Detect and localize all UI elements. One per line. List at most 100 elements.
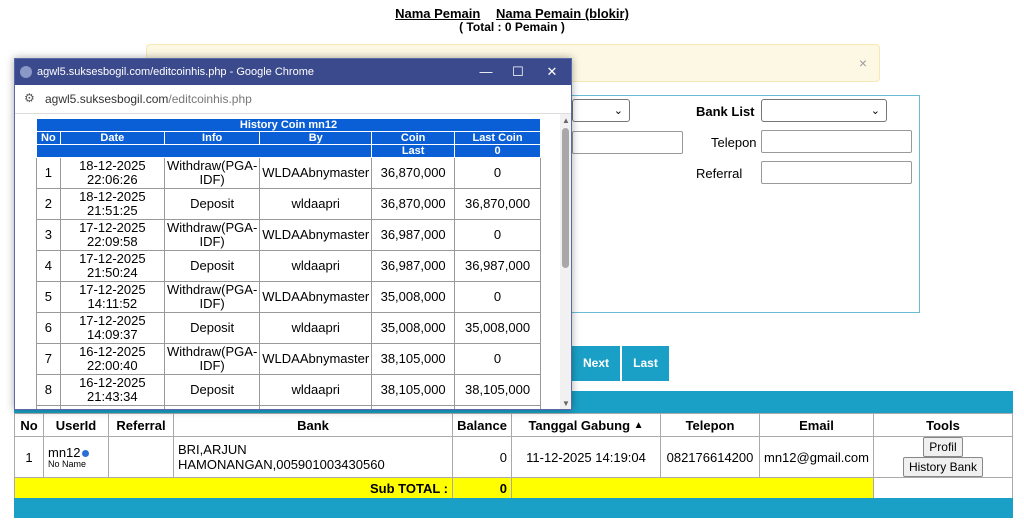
history-by-cell: WLDAAbnymaster [259,281,373,313]
history-date-cell: 17-12-2025 21:50:24 [59,250,165,282]
row-no: 1 [14,436,44,478]
filter-panel [560,95,920,313]
history-date-cell: 17-12-2025 14:09:37 [59,312,165,344]
telepon-label: Telepon [711,135,757,150]
minimize-icon[interactable]: — [471,62,501,82]
userid-text[interactable]: mn12 [48,445,81,460]
history-by-cell: WLDAAbnymaster [259,157,373,189]
history-coin-cell: 35,008,000 [371,312,456,344]
history-no-cell: 9 [36,405,61,409]
col-telepon: Telepon [660,413,760,437]
history-by-cell: wldaapri [259,250,373,282]
popup-content: History Coin mn12 No Date Info By Coin L… [15,114,571,409]
col-no: No [14,413,44,437]
history-coin-cell: 36,870,000 [371,188,456,220]
tanggal-label: Tanggal Gabung [528,417,631,433]
referral-input[interactable] [761,161,912,184]
subtotal-label: Sub TOTAL : [14,477,453,500]
history-by-cell: wldaapri [259,374,373,406]
history-row: 4 17-12-2025 21:50:24 Deposit wldaapri 36,98… [36,250,541,282]
history-no-cell: 7 [36,343,61,375]
history-no-cell: 8 [36,374,61,406]
history-no-cell: 2 [36,188,61,220]
history-last-cell: 36,870,000 [454,188,541,220]
subtotal-filler [511,477,874,500]
close-icon[interactable]: × [859,55,867,71]
close-icon[interactable]: ✕ [537,62,567,82]
history-last-cell: 0 [454,281,541,313]
userid-cell: mn12 No Name [43,436,109,478]
filter-select[interactable]: ⌄ [572,99,630,122]
url-path: /editcoinhis.php [168,92,252,106]
col-tanggal[interactable]: Tanggal Gabung ▲ [511,413,661,437]
history-info-cell: Withdraw(PGA-IDF) [163,281,261,313]
history-row: 1 18-12-2025 22:06:26 Withdraw(PGA-IDF) WLD… [36,157,541,189]
history-last-cell: 0 [454,219,541,251]
history-no-cell: 5 [36,281,61,313]
history-coin-popup: agwl5.suksesbogil.com/editcoinhis.php - … [14,58,572,410]
history-date-cell: 15-12-2025 [59,405,165,409]
history-by-cell: WLDAAbnymaster [259,219,373,251]
scrollbar-thumb[interactable] [562,128,569,268]
next-button[interactable]: Next [572,346,620,381]
history-title: History Coin mn12 [36,118,541,132]
history-row: 915-12-2025Withdraw(PGA- [36,405,541,409]
hist-col-coin: Coin [371,131,456,145]
history-row: 2 18-12-2025 21:51:25 Deposit wldaapri 36,87… [36,188,541,220]
history-coin-cell: 38,105,000 [371,343,456,375]
history-coin-cell: 38,105,000 [371,374,456,406]
hist-col-lastcoin: Last Coin [454,131,541,145]
history-row: 5 17-12-2025 14:11:52 Withdraw(PGA-IDF) WLD… [36,281,541,313]
balance-cell: 0 [452,436,512,478]
hist-col-no: No [36,131,61,145]
telepon-input[interactable] [761,130,912,153]
sort-asc-icon: ▲ [633,419,644,431]
col-tools: Tools [872,413,1014,437]
chevron-down-icon: ⌄ [613,105,623,117]
popup-title: agwl5.suksesbogil.com/editcoinhis.php - … [37,66,314,78]
bank-cell: BRI,ARJUN HAMONANGAN,005901003430560 [173,436,453,478]
history-row: 7 16-12-2025 22:00:40 Withdraw(PGA-IDF) WLD… [36,343,541,375]
nama-pemain-link[interactable]: Nama Pemain [395,6,480,21]
history-no-cell: 6 [36,312,61,344]
subtotal-row: Sub TOTAL : 0 [14,477,1014,500]
history-info-cell: Deposit [163,312,261,344]
nama-pemain-blokir-link[interactable]: Nama Pemain (blokir) [496,6,629,21]
col-email: Email [759,413,874,437]
history-info-cell: Deposit [163,250,261,282]
history-by-cell: wldaapri [259,188,373,220]
url-text: agwl5.suksesbogil.com/editcoinhis.php [45,92,252,106]
tools-cell: Profil History Bank [872,436,1014,478]
telepon-cell: 082176614200 [660,436,760,478]
history-row: 6 17-12-2025 14:09:37 Deposit wldaapri 35,00… [36,312,541,344]
address-bar[interactable]: ⚙ agwl5.suksesbogil.com/editcoinhis.php [15,85,571,114]
history-info-cell: Deposit [163,188,261,220]
history-last-cell: 38,105,000 [454,374,541,406]
filter-input[interactable] [572,131,683,154]
hist-subheader-empty [35,144,373,158]
history-row: 8 16-12-2025 21:43:34 Deposit wldaapri 38,10… [36,374,541,406]
history-coin-cell: 36,870,000 [371,157,456,189]
referral-label: Referral [696,166,743,181]
table-footer-bar [14,498,1013,518]
history-info-cell: Deposit [163,374,261,406]
maximize-icon[interactable]: ☐ [503,62,533,82]
info-icon[interactable] [81,449,89,457]
profil-button[interactable]: Profil [923,437,963,457]
history-bank-button[interactable]: History Bank [902,457,983,477]
history-no-cell: 4 [36,250,61,282]
scroll-up-icon[interactable]: ▲ [562,116,570,125]
bank-list-select[interactable]: ⌄ [761,99,887,122]
site-settings-icon[interactable]: ⚙ [24,91,35,105]
popup-titlebar[interactable]: agwl5.suksesbogil.com/editcoinhis.php - … [15,59,571,85]
subtotal-value: 0 [452,477,512,500]
history-coin-cell: 36,987,000 [371,219,456,251]
history-date-cell: 18-12-2025 21:51:25 [59,188,165,220]
col-referral: Referral [108,413,174,437]
history-coin-cell [371,405,456,409]
scroll-down-icon[interactable]: ▼ [562,399,570,408]
history-info-cell: Withdraw(PGA-IDF) [163,157,261,189]
last-button[interactable]: Last [622,346,669,381]
history-by-cell [259,405,373,409]
history-coin-cell: 36,987,000 [371,250,456,282]
